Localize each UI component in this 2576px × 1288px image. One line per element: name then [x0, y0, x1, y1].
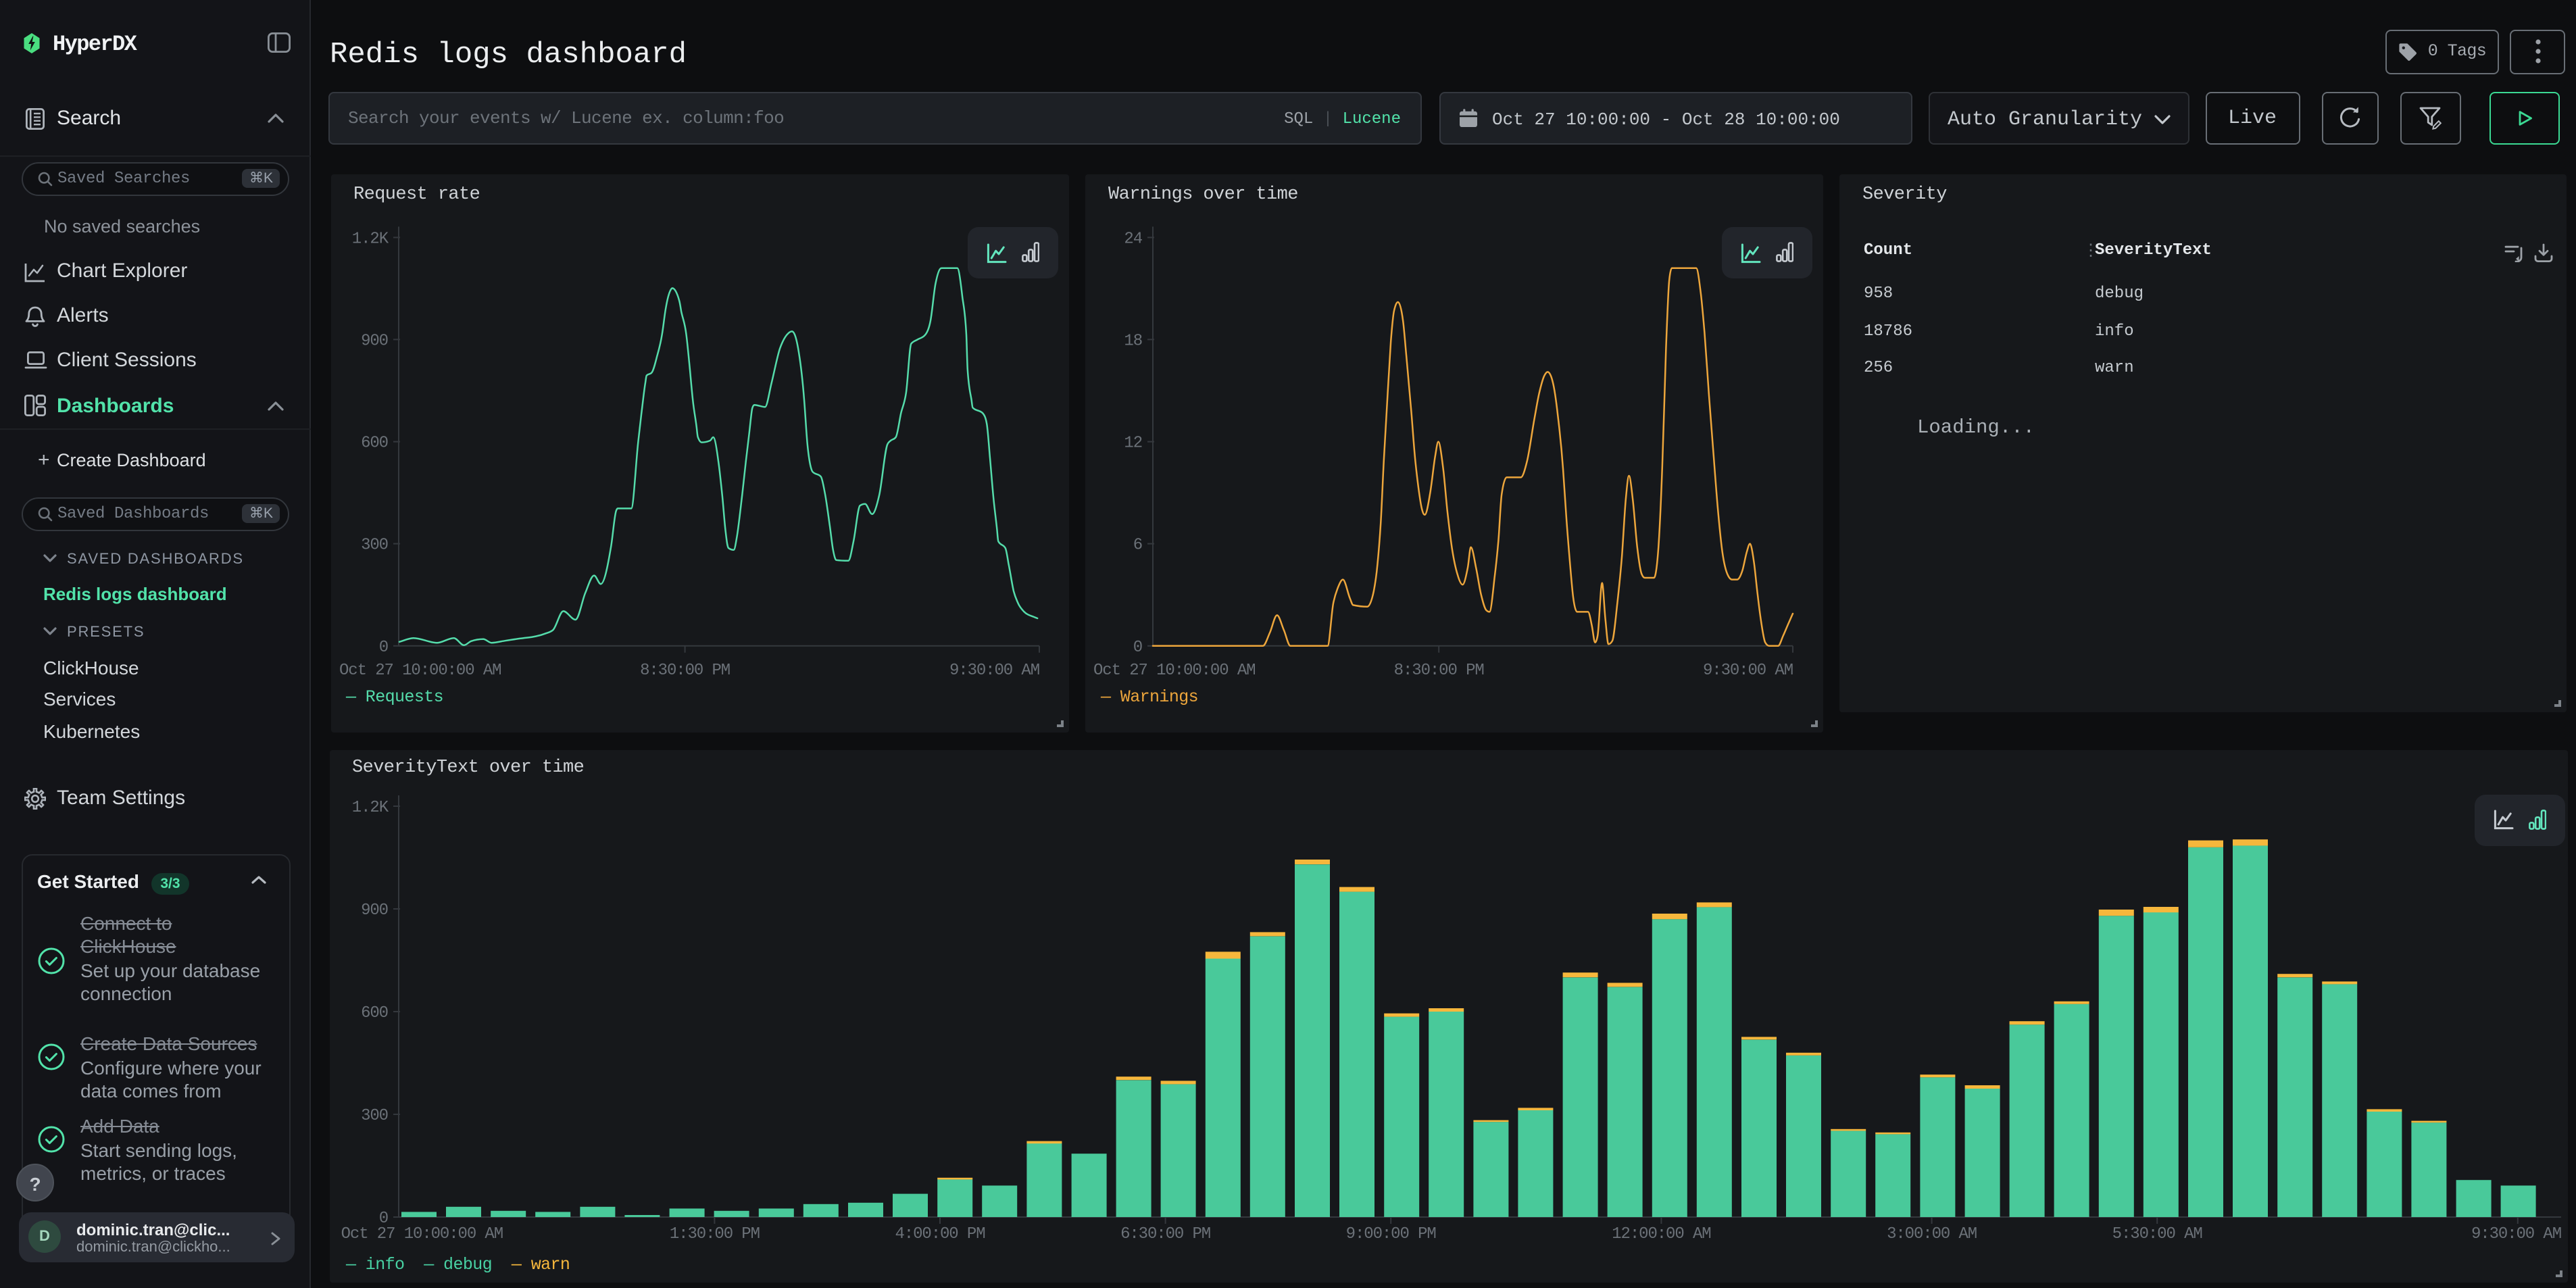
svg-text:900: 900 [360, 901, 387, 919]
svg-text:300: 300 [360, 537, 387, 555]
svg-text:300: 300 [360, 1106, 387, 1124]
svg-text:900: 900 [360, 332, 387, 351]
svg-text:18: 18 [1124, 332, 1142, 351]
svg-text:0: 0 [1133, 639, 1142, 657]
svg-text:1.2K: 1.2K [351, 798, 389, 816]
svg-text:9:30:00 AM: 9:30:00 AM [1703, 662, 1793, 680]
svg-text:9:30:00 AM: 9:30:00 AM [949, 662, 1039, 680]
svg-text:5:30:00 AM: 5:30:00 AM [2112, 1224, 2202, 1243]
svg-text:Oct 27 10:00:00 AM: Oct 27 10:00:00 AM [341, 1224, 502, 1243]
svg-text:1:30:00 PM: 1:30:00 PM [669, 1224, 759, 1243]
svg-text:9:30:00 AM: 9:30:00 AM [2471, 1224, 2560, 1243]
svg-text:Oct 27 10:00:00 AM: Oct 27 10:00:00 AM [1093, 662, 1255, 680]
svg-text:4:00:00 PM: 4:00:00 PM [894, 1224, 984, 1243]
svg-text:600: 600 [360, 1004, 387, 1022]
svg-text:600: 600 [360, 435, 387, 453]
svg-text:12: 12 [1124, 435, 1142, 453]
svg-text:6:30:00 PM: 6:30:00 PM [1120, 1224, 1210, 1243]
svg-text:24: 24 [1124, 230, 1142, 249]
svg-text:3:00:00 AM: 3:00:00 AM [1886, 1224, 1976, 1243]
svg-text:9:00:00 PM: 9:00:00 PM [1345, 1224, 1435, 1243]
svg-text:1.2K: 1.2K [351, 230, 389, 249]
svg-text:12:00:00 AM: 12:00:00 AM [1611, 1224, 1710, 1243]
svg-text:8:30:00 PM: 8:30:00 PM [639, 662, 729, 680]
svg-text:Oct 27 10:00:00 AM: Oct 27 10:00:00 AM [339, 662, 500, 680]
svg-text:6: 6 [1133, 537, 1142, 555]
svg-text:8:30:00 PM: 8:30:00 PM [1394, 662, 1484, 680]
svg-text:0: 0 [378, 639, 387, 657]
